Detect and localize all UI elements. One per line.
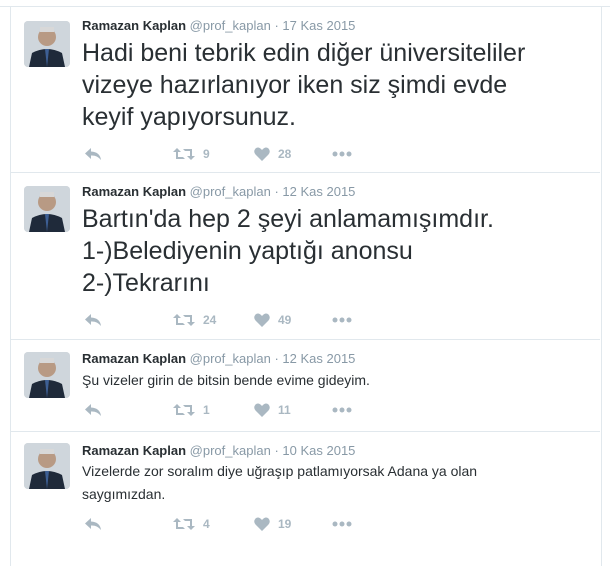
heart-icon (254, 403, 270, 417)
like-button[interactable]: 49 (254, 310, 291, 330)
more-icon (332, 151, 352, 157)
avatar[interactable] (24, 186, 70, 232)
retweet-icon (173, 148, 195, 160)
tweet-date[interactable]: 12 Kas 2015 (282, 184, 355, 199)
more-button[interactable] (332, 310, 352, 330)
separator: · (274, 443, 279, 458)
retweet-button[interactable]: 1 (173, 400, 210, 420)
author-name[interactable]: Ramazan Kaplan (82, 18, 186, 33)
avatar[interactable] (24, 443, 70, 489)
tweet-text: Hadi beni tebrik edin diğer üniversiteli… (82, 37, 582, 133)
tweet-date[interactable]: 10 Kas 2015 (282, 443, 355, 458)
more-icon (332, 407, 352, 413)
heart-icon (254, 147, 270, 161)
like-button[interactable]: 28 (254, 144, 291, 164)
tweet-text-line: Şu vizeler girin de bitsin bende evime g… (82, 372, 370, 388)
more-button[interactable] (332, 144, 352, 164)
reply-button[interactable] (84, 400, 102, 420)
avatar[interactable] (24, 352, 70, 398)
tweet-text-line: Hadi beni tebrik edin diğer üniversiteli… (82, 39, 526, 67)
retweet-icon (173, 518, 195, 530)
retweet-icon (173, 404, 195, 416)
like-count: 49 (278, 313, 292, 327)
tweet-header: Ramazan Kaplan @prof_kaplan · 10 Kas 201… (82, 443, 355, 458)
author-name[interactable]: Ramazan Kaplan (82, 184, 186, 199)
retweet-count: 24 (203, 313, 217, 327)
author-handle[interactable]: @prof_kaplan (190, 443, 271, 458)
avatar[interactable] (24, 21, 70, 67)
tweet-header: Ramazan Kaplan @prof_kaplan · 12 Kas 201… (82, 351, 355, 366)
tweet-text-line: Vizelerde zor soralım diye uğraşıp patla… (82, 463, 478, 479)
author-handle[interactable]: @prof_kaplan (190, 351, 271, 366)
separator: · (274, 184, 279, 199)
retweet-button[interactable]: 4 (173, 514, 210, 534)
retweet-icon (173, 314, 195, 326)
reply-icon (85, 518, 101, 530)
tweet-text-line: keyif yapıyorsunuz. (82, 103, 296, 131)
author-handle[interactable]: @prof_kaplan (190, 18, 271, 33)
more-button[interactable] (332, 514, 352, 534)
reply-button[interactable] (84, 144, 102, 164)
author-name[interactable]: Ramazan Kaplan (82, 351, 186, 366)
reply-icon (85, 148, 101, 160)
tweet-text-line: vizeye hazırlanıyor iken siz şimdi evde (82, 71, 508, 99)
more-icon (332, 317, 352, 323)
more-icon (332, 521, 352, 527)
like-button[interactable]: 11 (254, 400, 291, 420)
tweet[interactable]: Ramazan Kaplan @prof_kaplan · 12 Kas 201… (10, 340, 600, 432)
reply-button[interactable] (84, 514, 102, 534)
like-count: 19 (278, 517, 292, 531)
author-name[interactable]: Ramazan Kaplan (82, 443, 186, 458)
separator: · (274, 18, 279, 33)
tweet-date[interactable]: 17 Kas 2015 (282, 18, 355, 33)
tweet-text: Vizelerde zor soralım diye uğraşıp patla… (82, 460, 582, 506)
retweet-count: 1 (203, 403, 210, 417)
tweet[interactable]: Ramazan Kaplan @prof_kaplan · 17 Kas 201… (10, 7, 600, 173)
more-button[interactable] (332, 400, 352, 420)
like-count: 11 (278, 403, 291, 417)
tweet-text-line: 2-)Tekrarını (82, 269, 210, 297)
tweet-text-line: Bartın'da hep 2 şeyi anlamamışımdır. (82, 205, 494, 233)
reply-icon (85, 404, 101, 416)
tweet-header: Ramazan Kaplan @prof_kaplan · 12 Kas 201… (82, 184, 355, 199)
retweet-button[interactable]: 24 (173, 310, 216, 330)
retweet-count: 4 (203, 517, 210, 531)
heart-icon (254, 313, 270, 327)
heart-icon (254, 517, 270, 531)
retweet-button[interactable]: 9 (173, 144, 210, 164)
tweet-header: Ramazan Kaplan @prof_kaplan · 17 Kas 201… (82, 18, 355, 33)
tweet-date[interactable]: 12 Kas 2015 (282, 351, 355, 366)
tweet-text-line: saygımızdan. (82, 486, 166, 502)
reply-icon (85, 314, 101, 326)
separator: · (274, 351, 279, 366)
retweet-count: 9 (203, 147, 210, 161)
like-count: 28 (278, 147, 292, 161)
tweet-text: Bartın'da hep 2 şeyi anlamamışımdır. 1-)… (82, 203, 582, 299)
like-button[interactable]: 19 (254, 514, 291, 534)
tweet[interactable]: Ramazan Kaplan @prof_kaplan · 12 Kas 201… (10, 173, 600, 340)
tweet-text-line: 1-)Belediyenin yaptığı anonsu (82, 237, 413, 265)
tweet-text: Şu vizeler girin de bitsin bende evime g… (82, 369, 582, 392)
tweet[interactable]: Ramazan Kaplan @prof_kaplan · 10 Kas 201… (10, 432, 600, 544)
author-handle[interactable]: @prof_kaplan (190, 184, 271, 199)
reply-button[interactable] (84, 310, 102, 330)
